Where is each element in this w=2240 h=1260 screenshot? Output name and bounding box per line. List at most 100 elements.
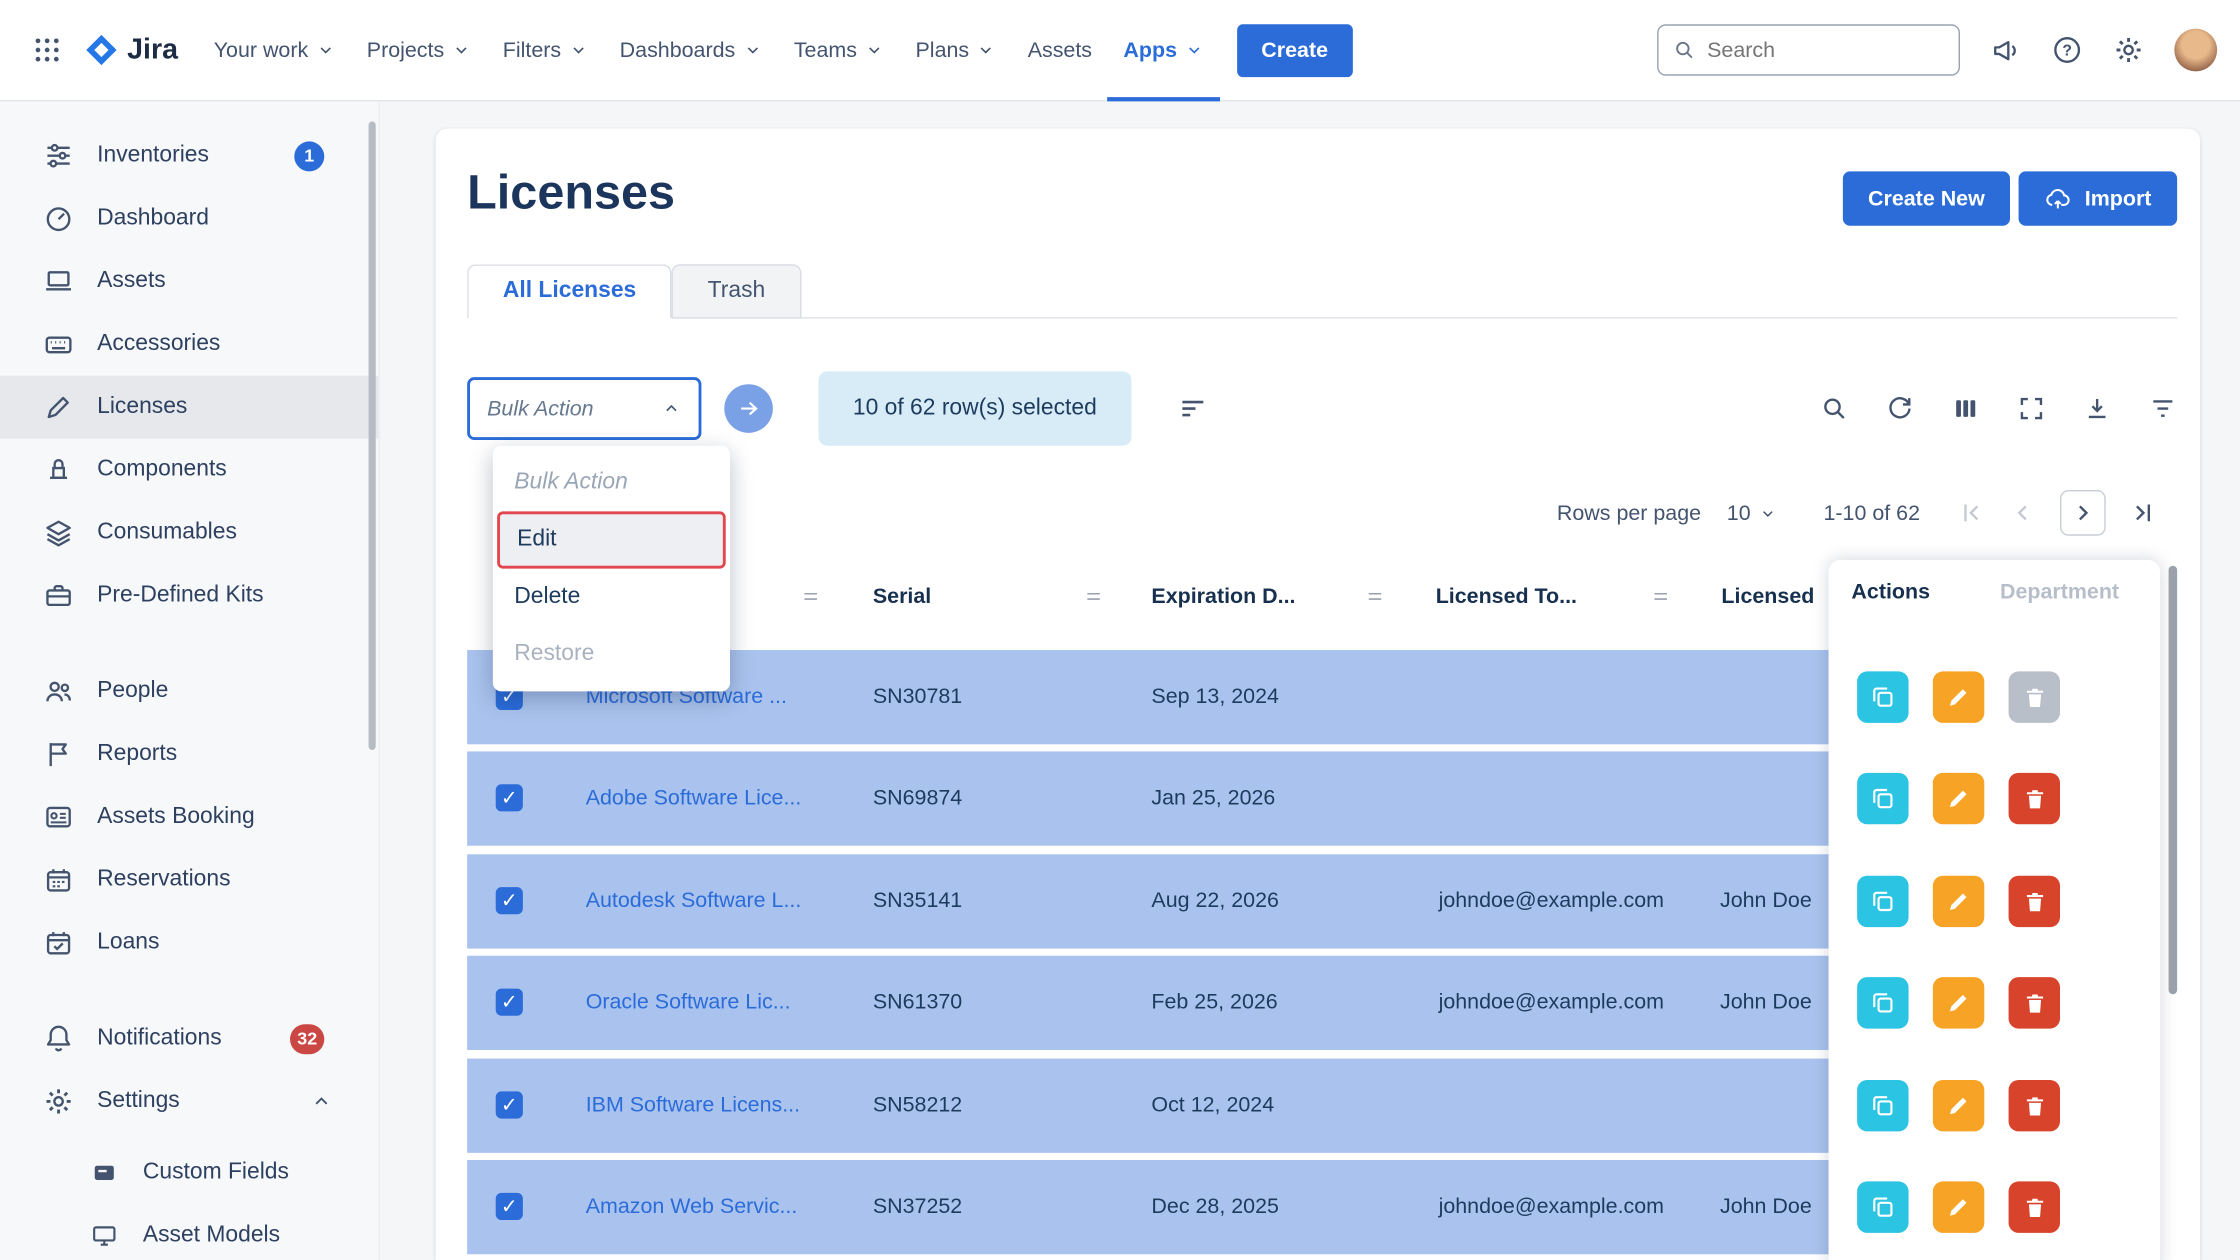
refresh-icon[interactable] xyxy=(1886,394,1915,423)
edit-row-button[interactable] xyxy=(1933,1080,1984,1131)
row-checkbox[interactable]: ✓ xyxy=(496,1091,523,1118)
expiration-cell: Jan 25, 2026 xyxy=(1151,751,1275,845)
menu-item-bulk-action: Bulk Action xyxy=(493,454,730,511)
edit-row-button[interactable] xyxy=(1933,1181,1984,1232)
search-input[interactable] xyxy=(1707,38,1921,62)
row-checkbox[interactable]: ✓ xyxy=(496,784,523,811)
sidebar-item-settings[interactable]: Settings xyxy=(0,1070,379,1133)
delete-row-button[interactable] xyxy=(2009,773,2060,824)
jira-logo[interactable]: Jira xyxy=(83,31,178,68)
sidebar-item-accessories[interactable]: Accessories xyxy=(0,313,379,376)
user-avatar[interactable] xyxy=(2174,29,2217,72)
edit-row-button[interactable] xyxy=(1933,671,1984,722)
delete-row-button[interactable] xyxy=(2009,977,2060,1028)
sidebar-item-consumables[interactable]: Consumables xyxy=(0,501,379,564)
menu-item-delete[interactable]: Delete xyxy=(493,569,730,626)
nav-item-your-work[interactable]: Your work xyxy=(198,0,351,101)
settings-gear-icon[interactable] xyxy=(2113,34,2144,65)
sidebar-scrollbar[interactable] xyxy=(369,121,376,750)
sort-icon[interactable] xyxy=(1177,393,1208,424)
license-name-link[interactable]: Oracle Software Lic... xyxy=(586,956,791,1050)
edit-row-button[interactable] xyxy=(1933,977,1984,1028)
duplicate-button[interactable] xyxy=(1857,1080,1908,1131)
sidebar-item-reservations[interactable]: Reservations xyxy=(0,849,379,912)
fullscreen-icon[interactable] xyxy=(2017,394,2046,423)
app-switcher-icon[interactable] xyxy=(23,26,72,75)
tab-all-licenses[interactable]: All Licenses xyxy=(467,264,672,318)
sidebar-item-pre-defined-kits[interactable]: Pre-Defined Kits xyxy=(0,564,379,627)
import-button[interactable]: Import xyxy=(2019,171,2177,225)
nav-item-teams[interactable]: Teams xyxy=(778,0,900,101)
sidebar-item-loans[interactable]: Loans xyxy=(0,911,379,974)
bulk-action-select[interactable]: Bulk Action xyxy=(467,377,701,440)
duplicate-button[interactable] xyxy=(1857,1181,1908,1232)
sidebar-item-assets-booking[interactable]: Assets Booking xyxy=(0,786,379,849)
delete-row-button[interactable] xyxy=(2009,1080,2060,1131)
edit-row-button[interactable] xyxy=(1933,876,1984,927)
filter-icon[interactable] xyxy=(2149,394,2178,423)
sidebar-item-custom-fields[interactable]: Custom Fields xyxy=(0,1141,379,1204)
license-name-link[interactable]: Adobe Software Lice... xyxy=(586,751,802,845)
duplicate-button[interactable] xyxy=(1857,773,1908,824)
column-header-department: Department xyxy=(2000,560,2119,624)
column-header-expiration[interactable]: Expiration D... xyxy=(1151,564,1295,628)
license-name-link[interactable]: IBM Software Licens... xyxy=(586,1059,800,1153)
nav-item-projects[interactable]: Projects xyxy=(351,0,487,101)
sidebar-item-components[interactable]: Components xyxy=(0,439,379,502)
table-search-icon[interactable] xyxy=(1820,394,1849,423)
column-header-serial[interactable]: Serial xyxy=(873,564,931,628)
nav-item-assets[interactable]: Assets xyxy=(1012,0,1108,101)
license-name-link[interactable]: Autodesk Software L... xyxy=(586,854,802,948)
duplicate-button[interactable] xyxy=(1857,977,1908,1028)
edit-row-button[interactable] xyxy=(1933,773,1984,824)
row-checkbox[interactable]: ✓ xyxy=(496,989,523,1016)
selection-info: 10 of 62 row(s) selected xyxy=(819,371,1131,445)
row-checkbox[interactable]: ✓ xyxy=(496,887,523,914)
sidebar-item-asset-models[interactable]: Asset Models xyxy=(0,1204,379,1260)
sidebar-item-notifications[interactable]: Notifications32 xyxy=(0,1007,379,1070)
column-drag-handle[interactable] xyxy=(800,586,821,607)
apply-bulk-action-button[interactable] xyxy=(724,384,773,433)
nav-item-apps[interactable]: Apps xyxy=(1108,0,1220,101)
next-page-button[interactable] xyxy=(2060,490,2106,536)
duplicate-button[interactable] xyxy=(1857,671,1908,722)
global-search[interactable] xyxy=(1657,24,1960,75)
sidebar-item-licenses[interactable]: Licenses xyxy=(0,376,379,439)
columns-icon[interactable] xyxy=(1951,394,1980,423)
announcements-icon[interactable] xyxy=(1990,34,2021,65)
calendar-check-icon xyxy=(43,927,74,958)
nav-item-filters[interactable]: Filters xyxy=(487,0,604,101)
delete-row-button[interactable] xyxy=(2009,671,2060,722)
create-button[interactable]: Create xyxy=(1237,24,1352,77)
column-drag-handle[interactable] xyxy=(1083,586,1104,607)
help-icon[interactable] xyxy=(2051,34,2082,65)
rows-per-page-select[interactable]: 10 xyxy=(1727,501,1778,525)
sidebar-item-dashboard[interactable]: Dashboard xyxy=(0,187,379,250)
duplicate-button[interactable] xyxy=(1857,876,1908,927)
delete-row-button[interactable] xyxy=(2009,876,2060,927)
column-drag-handle[interactable] xyxy=(1364,586,1385,607)
row-checkbox[interactable]: ✓ xyxy=(496,1193,523,1220)
chevron-down-icon xyxy=(742,40,762,60)
license-name-link[interactable]: Amazon Web Servic... xyxy=(586,1160,798,1254)
download-icon[interactable] xyxy=(2083,394,2112,423)
menu-item-edit[interactable]: Edit xyxy=(497,511,726,568)
previous-page-button[interactable] xyxy=(2009,499,2038,528)
nav-item-plans[interactable]: Plans xyxy=(900,0,1012,101)
sidebar-item-inventories[interactable]: Inventories1 xyxy=(0,124,379,187)
column-header-licensed-to[interactable]: Licensed To... xyxy=(1436,564,1577,628)
create-new-button[interactable]: Create New xyxy=(1842,171,2010,225)
laptop-icon xyxy=(43,266,74,297)
delete-row-button[interactable] xyxy=(2009,1181,2060,1232)
last-page-button[interactable] xyxy=(2129,499,2158,528)
sidebar-item-reports[interactable]: Reports xyxy=(0,723,379,786)
nav-item-dashboards[interactable]: Dashboards xyxy=(604,0,778,101)
first-page-button[interactable] xyxy=(1957,499,1986,528)
sidebar-item-people[interactable]: People xyxy=(0,660,379,723)
tab-trash[interactable]: Trash xyxy=(672,264,801,318)
chevron-down-icon xyxy=(568,40,588,60)
table-scrollbar[interactable] xyxy=(2169,566,2178,995)
column-drag-handle[interactable] xyxy=(1650,586,1671,607)
column-header-licensed-name[interactable]: Licensed xyxy=(1721,564,1814,628)
sidebar-item-assets[interactable]: Assets xyxy=(0,250,379,313)
